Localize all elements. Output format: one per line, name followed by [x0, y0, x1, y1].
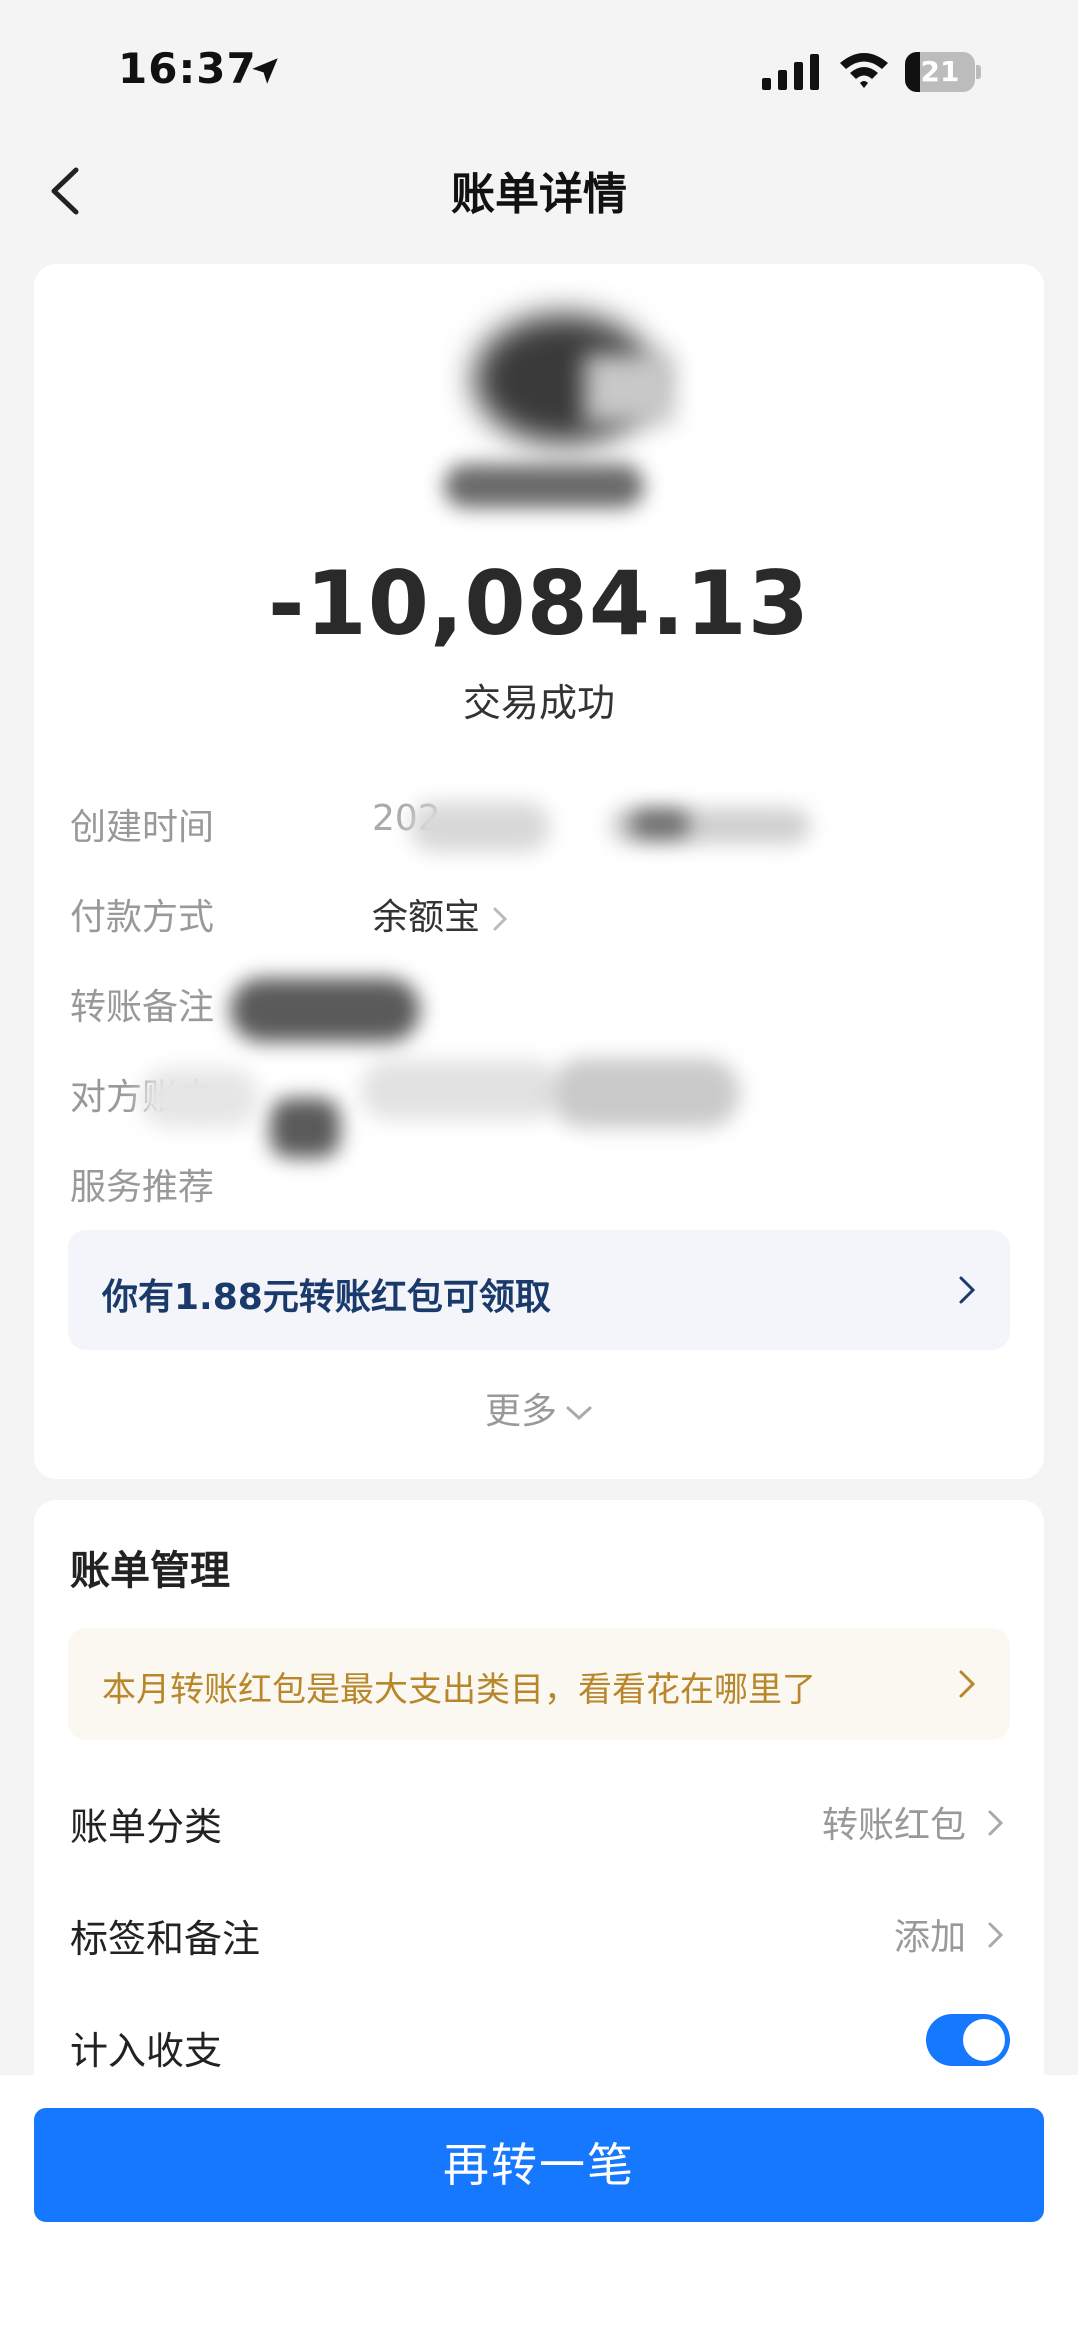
detail-row-payment-method[interactable]: 付款方式 余额宝 — [70, 888, 1010, 948]
tags-notes-value: 添加 — [893, 1917, 966, 1958]
spending-tip-text: 本月转账红包是最大支出类目，看看花在哪里了 — [102, 1670, 816, 1710]
promo-text: 你有1.88元转账红包可领取 — [102, 1277, 551, 1318]
more-label: 更多 — [484, 1391, 557, 1432]
red-packet-promo[interactable]: 你有1.88元转账红包可领取 — [68, 1230, 1010, 1350]
nav-bar: 账单详情 — [0, 150, 1078, 230]
payment-method-value[interactable]: 余额宝 — [372, 888, 510, 940]
transfer-again-button[interactable]: 再转一笔 — [34, 2108, 1044, 2222]
tags-notes-row[interactable]: 标签和备注 添加 — [70, 1908, 1010, 1968]
wifi-icon — [840, 53, 888, 88]
location-arrow-icon — [252, 58, 278, 84]
page-title: 账单详情 — [451, 169, 627, 220]
chevron-down-icon — [566, 1406, 592, 1421]
chevron-right-icon — [959, 1670, 976, 1698]
detail-row-created-time: 创建时间 202 — [70, 798, 1010, 858]
created-time-label: 创建时间 — [70, 807, 215, 848]
transaction-card: -10,084.13 交易成功 创建时间 202 付款方式 余额宝 转账备注 对… — [34, 264, 1044, 1479]
bill-category-value: 转账红包 — [821, 1805, 966, 1846]
payment-method-label: 付款方式 — [70, 897, 215, 938]
include-income-expense-row: 计入收支 — [70, 2014, 1010, 2080]
toggle-knob — [963, 2019, 1005, 2061]
battery-cap — [976, 65, 981, 79]
spending-tip[interactable]: 本月转账红包是最大支出类目，看看花在哪里了 — [68, 1628, 1010, 1740]
bill-category-label: 账单分类 — [70, 1805, 223, 1849]
bill-detail-page: 16:37 21 账单详情 -10,084.13 交易成功 创建时间 202 付… — [0, 0, 1078, 2340]
status-time: 16:37 — [118, 44, 257, 93]
battery-level: 21 — [920, 55, 960, 88]
transaction-amount: -10,084.13 — [268, 552, 810, 655]
avatar — [434, 304, 694, 508]
bill-management-title: 账单管理 — [70, 1548, 230, 1594]
chevron-right-icon — [988, 1810, 1004, 1836]
tags-notes-label: 标签和备注 — [70, 1917, 261, 1961]
detail-row-service: 服务推荐 — [70, 1158, 1010, 1218]
chevron-right-icon — [493, 907, 508, 931]
payment-method-text: 余额宝 — [372, 897, 481, 938]
chevron-right-icon — [959, 1276, 976, 1304]
include-income-expense-toggle[interactable] — [926, 2014, 1010, 2066]
battery-icon: 21 — [905, 52, 981, 92]
include-income-expense-label: 计入收支 — [70, 2029, 223, 2073]
detail-row-counterparty: 对方账户 — [70, 1058, 1010, 1158]
bill-management-card: 账单管理 本月转账红包是最大支出类目，看看花在哪里了 账单分类 转账红包 标签和… — [34, 1500, 1044, 2120]
bill-category-row[interactable]: 账单分类 转账红包 — [70, 1796, 1010, 1856]
signal-icon — [762, 54, 819, 90]
transfer-note-label: 转账备注 — [70, 987, 215, 1028]
battery-body: 21 — [905, 52, 975, 92]
status-bar: 16:37 21 — [0, 0, 1078, 150]
detail-row-transfer-note: 转账备注 — [70, 978, 1010, 1042]
transaction-status: 交易成功 — [462, 681, 615, 725]
more-button[interactable]: 更多 — [34, 1382, 1044, 1434]
service-label: 服务推荐 — [70, 1167, 215, 1208]
chevron-right-icon — [988, 1922, 1004, 1948]
